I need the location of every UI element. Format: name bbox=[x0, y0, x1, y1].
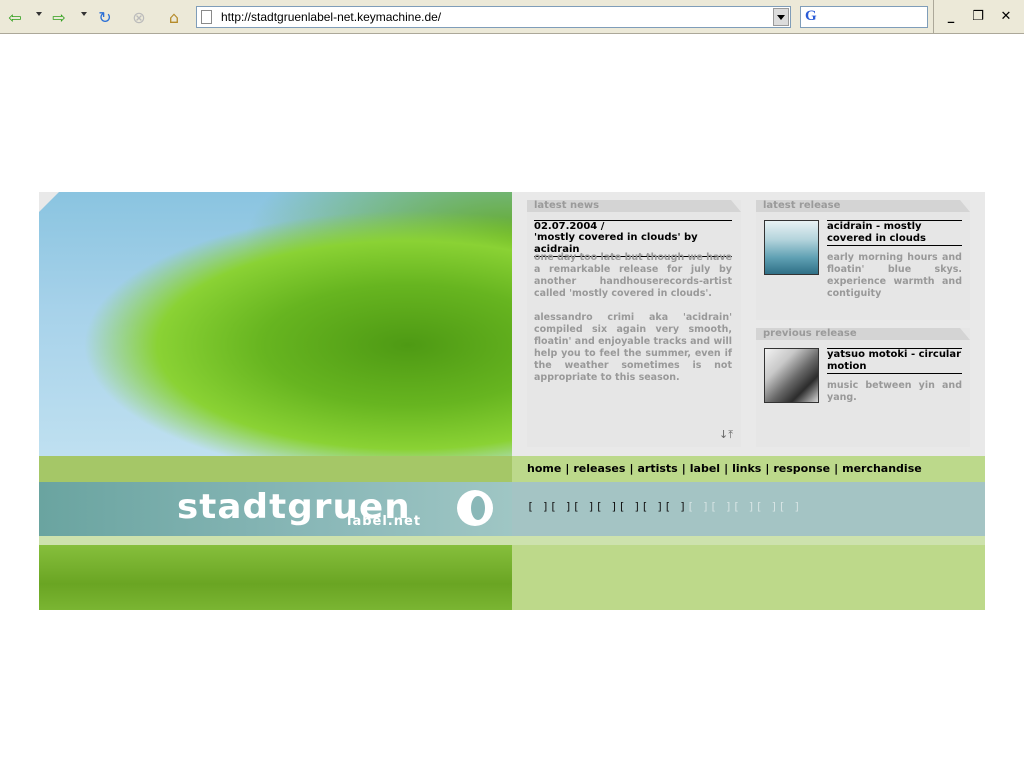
news-tab: latest news bbox=[527, 200, 741, 212]
latest-release-tab: latest release bbox=[756, 200, 970, 212]
back-icon[interactable]: ⇦ bbox=[4, 6, 26, 28]
back-dropdown-icon[interactable] bbox=[36, 12, 42, 16]
site-logo[interactable]: stadtgruen label.net bbox=[177, 490, 497, 532]
bracket-light: [ ][ ][ ][ ][ ] bbox=[687, 500, 802, 513]
nav-artists[interactable]: artists bbox=[637, 462, 677, 475]
forward-icon[interactable]: ⇨ bbox=[48, 6, 70, 28]
refresh-icon[interactable]: ↻ bbox=[94, 6, 116, 28]
nav-response[interactable]: response bbox=[773, 462, 830, 475]
news-paragraph-2: alessandro crimi aka 'acidrain' compiled… bbox=[534, 312, 732, 383]
address-url[interactable]: http://stadtgruenlabel-net.keymachine.de… bbox=[221, 10, 441, 24]
nav-releases[interactable]: releases bbox=[573, 462, 625, 475]
nav-links[interactable]: links bbox=[732, 462, 761, 475]
search-box[interactable]: G bbox=[800, 6, 928, 28]
nav-separator: | bbox=[565, 462, 570, 475]
nav-separator: | bbox=[765, 462, 770, 475]
nav-band-image bbox=[39, 456, 512, 482]
divider-band bbox=[39, 536, 985, 545]
nav-separator: | bbox=[834, 462, 839, 475]
toolbar-divider bbox=[933, 0, 934, 34]
site-frame: stadtgruen label.net latest news 02.07.2… bbox=[39, 192, 985, 610]
news-paragraph-1: one day too late but though we have a re… bbox=[534, 252, 732, 299]
address-bar[interactable]: http://stadtgruenlabel-net.keymachine.de… bbox=[196, 6, 791, 28]
footer-band bbox=[39, 545, 985, 610]
restore-button[interactable]: ❐ bbox=[967, 8, 989, 26]
previous-release-tab: previous release bbox=[756, 328, 970, 340]
previous-release-desc: music between yin and yang. bbox=[827, 380, 962, 403]
main-nav: home | releases | artists | label | links | respon… bbox=[527, 462, 922, 475]
browser-toolbar: ⇦ ⇨ ↻ ⊗ ⌂ http://stadtgruenlabel-net.key… bbox=[0, 0, 1024, 34]
footer-tree-image bbox=[39, 545, 512, 610]
latest-release-cover[interactable] bbox=[764, 220, 819, 275]
forward-dropdown-icon[interactable] bbox=[81, 12, 87, 16]
hero-tree-image bbox=[39, 192, 512, 456]
logo-circle-icon bbox=[457, 490, 493, 526]
home-icon[interactable]: ⌂ bbox=[163, 6, 185, 28]
nav-separator: | bbox=[629, 462, 634, 475]
previous-release-panel: previous release yatsuo motoki - circula… bbox=[756, 328, 970, 447]
nav-home[interactable]: home bbox=[527, 462, 561, 475]
nav-separator: | bbox=[724, 462, 729, 475]
close-button[interactable]: ✕ bbox=[995, 8, 1017, 26]
news-panel: latest news 02.07.2004 / 'mostly covered… bbox=[527, 200, 741, 447]
logo-subtitle: label.net bbox=[347, 514, 422, 529]
latest-release-title[interactable]: acidrain - mostly covered in clouds bbox=[827, 220, 962, 246]
bracket-dark: [ ][ ][ ][ ][ ][ ][ ] bbox=[527, 500, 688, 513]
address-dropdown-icon[interactable] bbox=[773, 8, 789, 26]
scroll-top-icon[interactable]: ↓⤒ bbox=[719, 428, 733, 442]
latest-release-desc: early morning hours and floatin' blue sk… bbox=[827, 252, 962, 299]
page-icon bbox=[201, 10, 212, 24]
bracket-decoration: [ ][ ][ ][ ][ ][ ][ ][ ][ ][ ][ ][ ] bbox=[527, 500, 801, 513]
previous-release-cover[interactable] bbox=[764, 348, 819, 403]
latest-release-panel: latest release acidrain - mostly covered… bbox=[756, 200, 970, 320]
stop-icon[interactable]: ⊗ bbox=[128, 6, 150, 28]
nav-separator: | bbox=[681, 462, 686, 475]
nav-merchandise[interactable]: merchandise bbox=[842, 462, 922, 475]
search-engine-icon[interactable]: G bbox=[805, 8, 817, 25]
previous-release-title[interactable]: yatsuo motoki - circular motion bbox=[827, 348, 962, 374]
minimize-button[interactable]: _ bbox=[940, 8, 962, 26]
nav-label[interactable]: label bbox=[690, 462, 720, 475]
